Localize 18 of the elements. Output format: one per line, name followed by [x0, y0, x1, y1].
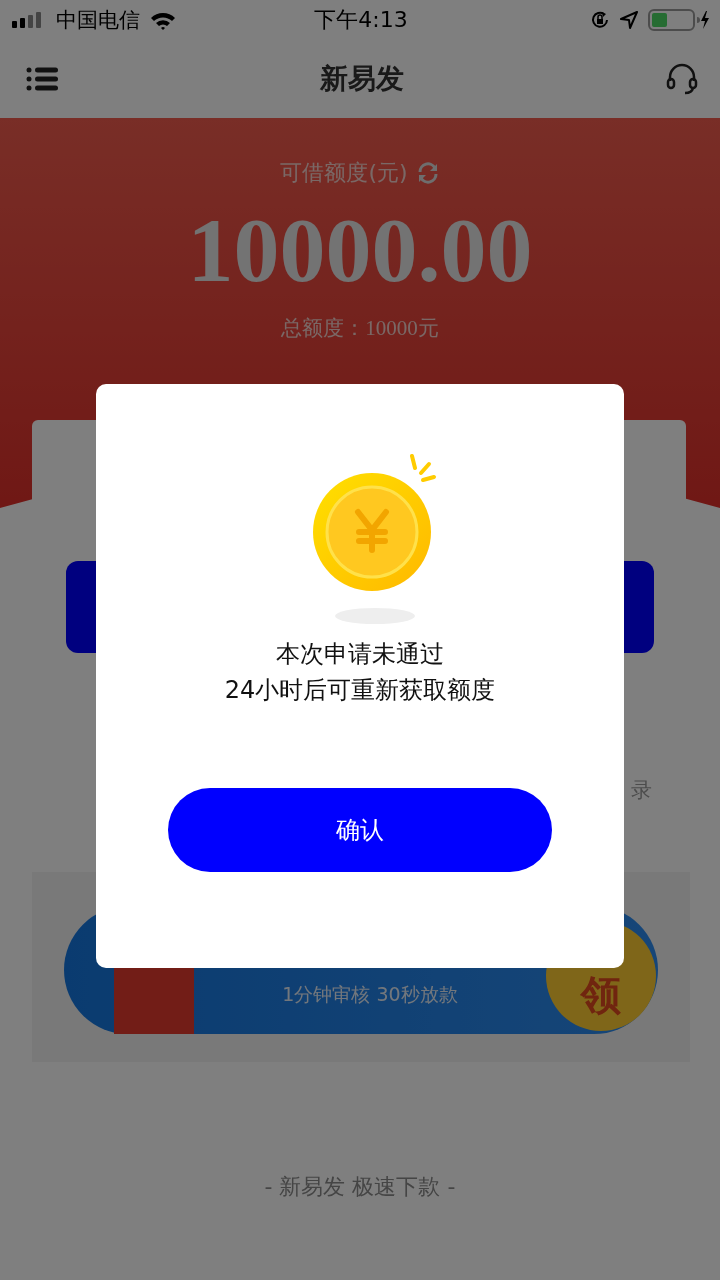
- location-icon: [620, 11, 638, 29]
- banner-tagline: 1分钟审核 30秒放款: [282, 982, 458, 1007]
- carrier-name: 中国电信: [56, 7, 140, 34]
- confirm-button[interactable]: 确认: [168, 788, 552, 872]
- clock-time: 下午4:13: [314, 6, 408, 34]
- coin-icon: [312, 454, 438, 624]
- footer-slogan: - 新易发 极速下款 -: [264, 1173, 456, 1201]
- credit-amount: 10000.00: [187, 200, 533, 300]
- menu-icon[interactable]: [26, 67, 58, 91]
- wifi-icon: [150, 10, 176, 30]
- dialog-message: 24小时后可重新获取额度: [224, 675, 496, 706]
- credit-label: 可借额度(元): [280, 159, 408, 187]
- rotation-lock-icon: [590, 10, 610, 30]
- app-title: 新易发: [320, 61, 404, 97]
- headset-icon[interactable]: [666, 63, 698, 95]
- battery-icon: [648, 9, 710, 31]
- dialog-message: 本次申请未通过: [276, 639, 444, 670]
- total-credit: 总额度：10000元: [281, 315, 439, 342]
